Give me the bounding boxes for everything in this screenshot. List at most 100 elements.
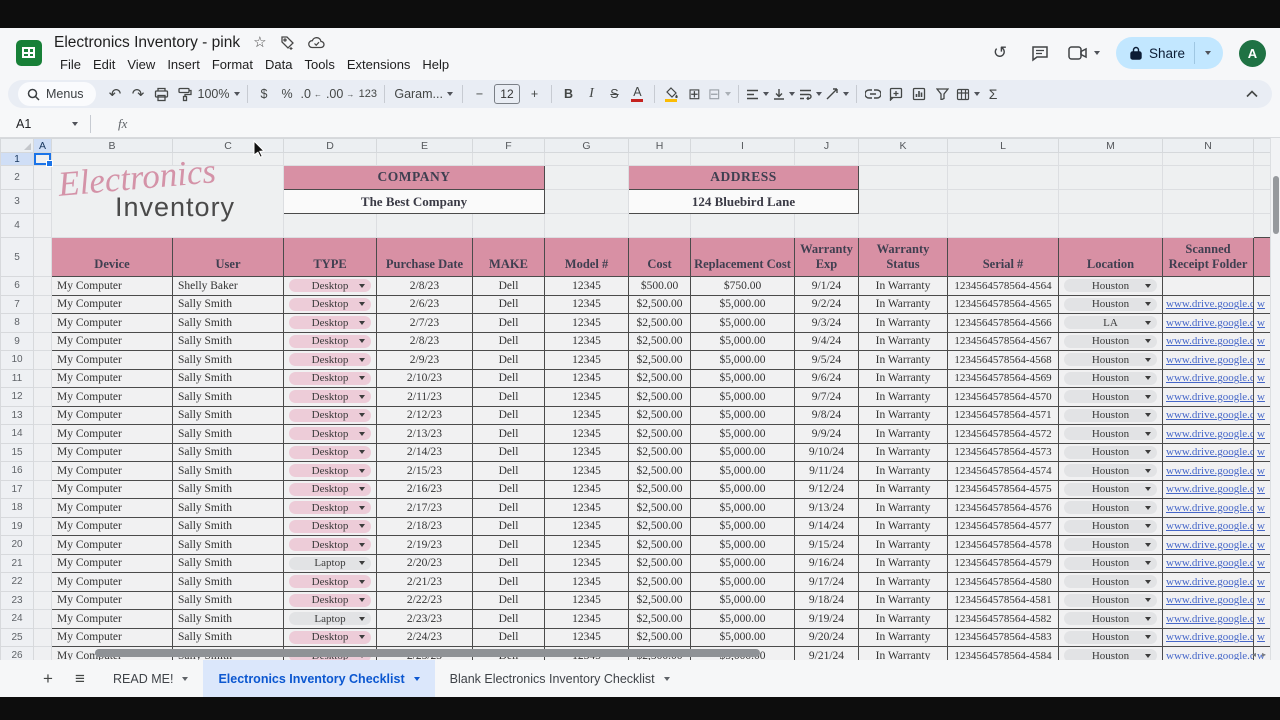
location-dropdown[interactable]: Houston [1064,501,1157,514]
cell-receipt-overflow[interactable]: w [1254,480,1271,499]
cell-receipt-overflow[interactable] [1254,277,1271,296]
location-dropdown[interactable]: Houston [1064,612,1157,625]
cell-device[interactable]: My Computer [52,628,173,647]
cell-location[interactable]: Houston [1059,628,1163,647]
cell-location[interactable]: Houston [1059,295,1163,314]
location-dropdown[interactable]: Houston [1064,279,1157,292]
receipt-link-clipped[interactable]: w [1257,335,1265,347]
row-number[interactable]: 17 [1,480,34,499]
header-cost[interactable]: Cost [629,238,691,277]
cell[interactable] [34,554,52,573]
cell-warranty-status[interactable]: In Warranty [859,406,948,425]
cell-warranty-exp[interactable]: 9/9/24 [795,425,859,444]
cell-location[interactable]: Houston [1059,443,1163,462]
cell-replacement-cost[interactable]: $5,000.00 [691,388,795,407]
cell-purchase-date[interactable]: 2/17/23 [377,499,473,518]
menus-search-button[interactable]: Menus [18,82,96,106]
cell[interactable] [34,443,52,462]
cell[interactable] [1059,166,1163,190]
receipt-link-clipped[interactable]: w [1257,613,1265,625]
cell-type[interactable]: Desktop [284,314,377,333]
cell[interactable] [948,166,1059,190]
insert-chart-button[interactable] [908,82,931,106]
receipt-link[interactable]: www.drive.google.co [1166,594,1254,606]
cell-cost[interactable]: $2,500.00 [629,591,691,610]
cell-warranty-status[interactable]: In Warranty [859,591,948,610]
receipt-link[interactable]: www.drive.google.co [1166,409,1254,421]
paint-format-button[interactable] [173,82,196,106]
cell-user[interactable]: Sally Smith [173,480,284,499]
cell[interactable] [545,214,629,238]
cell-type[interactable]: Desktop [284,443,377,462]
text-wrap-button[interactable] [797,82,824,106]
cell-cost[interactable]: $2,500.00 [629,517,691,536]
cell-device[interactable]: My Computer [52,591,173,610]
format-percent-button[interactable]: % [276,82,299,106]
cell-purchase-date[interactable]: 2/16/23 [377,480,473,499]
row-number[interactable]: 23 [1,591,34,610]
cell-replacement-cost[interactable]: $5,000.00 [691,443,795,462]
cell-serial[interactable]: 1234564578564-4583 [948,628,1059,647]
cell-receipt-overflow[interactable]: w [1254,536,1271,555]
cell-warranty-status[interactable]: In Warranty [859,314,948,333]
cell-cost[interactable]: $2,500.00 [629,628,691,647]
cell[interactable] [34,314,52,333]
cell-make[interactable]: Dell [473,388,545,407]
merge-cells-button[interactable]: ⊟ [706,82,733,106]
cell[interactable] [1254,166,1271,190]
cell-make[interactable]: Dell [473,351,545,370]
cell[interactable] [34,277,52,296]
receipt-link[interactable]: www.drive.google.co [1166,539,1254,551]
cell-purchase-date[interactable]: 2/6/23 [377,295,473,314]
cell-cost[interactable]: $2,500.00 [629,295,691,314]
cell[interactable] [34,166,52,190]
column-header-clipped[interactable] [1254,139,1271,153]
cell-cost[interactable]: $2,500.00 [629,388,691,407]
menu-extensions[interactable]: Extensions [341,57,417,72]
row-number[interactable]: 2 [1,166,34,190]
row-number[interactable]: 14 [1,425,34,444]
cell-purchase-date[interactable]: 2/20/23 [377,554,473,573]
cell-type[interactable]: Laptop [284,554,377,573]
type-dropdown[interactable]: Desktop [289,446,372,459]
cell-warranty-status[interactable]: In Warranty [859,277,948,296]
type-dropdown[interactable]: Desktop [289,353,372,366]
collapse-toolbar-button[interactable] [1246,85,1258,103]
row-number[interactable]: 9 [1,332,34,351]
cell[interactable] [473,153,545,166]
location-dropdown[interactable]: Houston [1064,390,1157,403]
menu-file[interactable]: File [54,57,87,72]
bold-button[interactable]: B [557,82,580,106]
row-number[interactable]: 20 [1,536,34,555]
type-dropdown[interactable]: Desktop [289,538,372,551]
cell-user[interactable]: Sally Smith [173,369,284,388]
decrease-decimals-button[interactable]: .0← [299,82,324,106]
cell-device[interactable]: My Computer [52,369,173,388]
location-dropdown[interactable]: Houston [1064,631,1157,644]
cell[interactable] [34,628,52,647]
location-dropdown[interactable]: Houston [1064,427,1157,440]
cell-serial[interactable]: 1234564578564-4574 [948,462,1059,481]
cell[interactable] [377,153,473,166]
cell-make[interactable]: Dell [473,462,545,481]
cell-make[interactable]: Dell [473,277,545,296]
cell-cost[interactable]: $2,500.00 [629,332,691,351]
cell-serial[interactable]: 1234564578564-4569 [948,369,1059,388]
cell-user[interactable]: Sally Smith [173,628,284,647]
menu-tools[interactable]: Tools [298,57,340,72]
cell[interactable] [34,462,52,481]
row-number[interactable]: 15 [1,443,34,462]
cell-type[interactable]: Desktop [284,499,377,518]
cell-receipt-link[interactable]: www.drive.google.co [1163,554,1254,573]
star-icon[interactable]: ☆ [253,35,266,50]
cell-receipt-overflow[interactable]: w [1254,499,1271,518]
column-header[interactable]: B [52,139,173,153]
cell-warranty-status[interactable]: In Warranty [859,388,948,407]
cell[interactable] [1163,166,1254,190]
header-warranty-exp[interactable]: Warranty Exp [795,238,859,277]
cell-receipt-overflow[interactable]: w [1254,554,1271,573]
cell[interactable] [284,214,377,238]
receipt-link[interactable]: www.drive.google.co [1166,372,1254,384]
address-value-cell[interactable]: 124 Bluebird Lane [629,190,859,214]
cell-type[interactable]: Desktop [284,277,377,296]
